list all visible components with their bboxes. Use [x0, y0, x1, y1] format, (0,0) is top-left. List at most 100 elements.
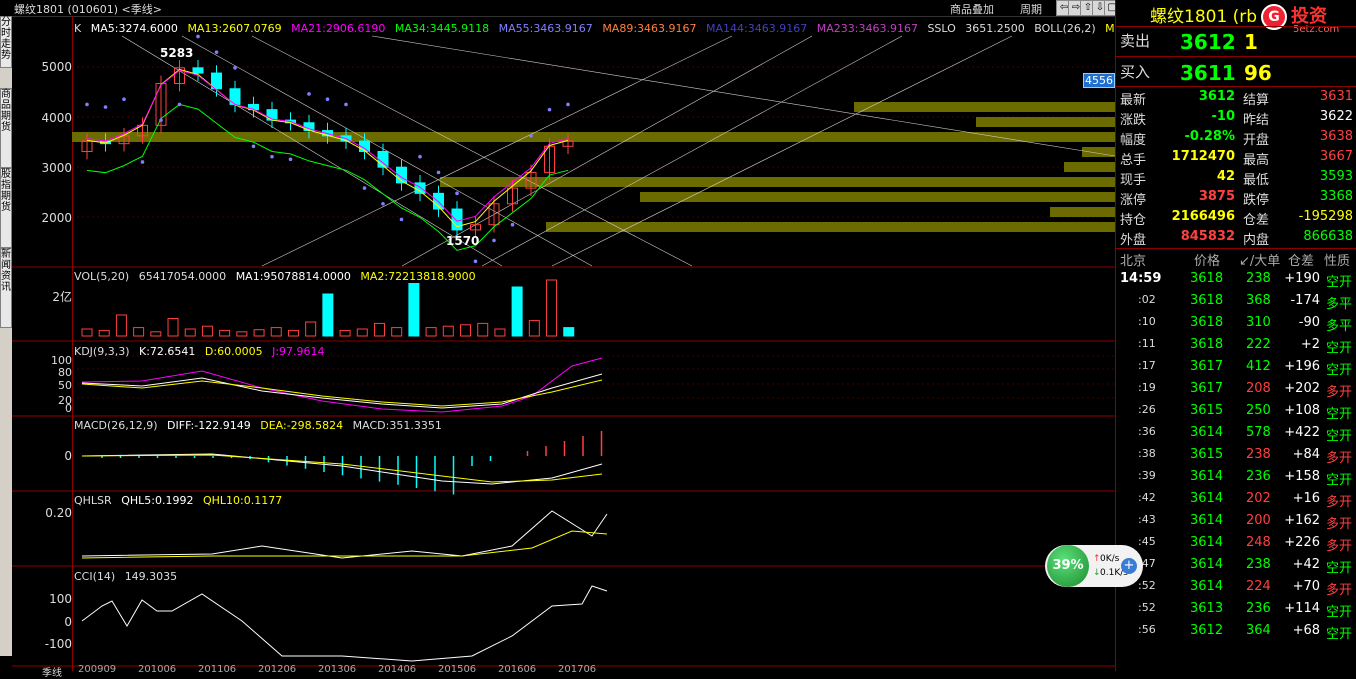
tick-price: 3618 [1190, 271, 1224, 286]
tick-row[interactable]: :39 3614 236 +158 空开 [1116, 469, 1356, 491]
gann-line [251, 35, 693, 267]
kdj-ytick-80: 80 [58, 366, 72, 379]
compare-commodity-button[interactable]: 商品叠加 [950, 1, 994, 17]
tick-row[interactable]: :45 3614 248 +226 多开 [1116, 535, 1356, 557]
quote-row: 涨跌 -10 昨结 3622 [1116, 109, 1356, 129]
tick-row[interactable]: :11 3618 222 +2 空开 [1116, 337, 1356, 359]
sar-dot [325, 97, 330, 102]
xtick: 201406 [378, 664, 417, 675]
tick-row[interactable]: :52 3614 224 +70 多开 [1116, 579, 1356, 601]
quote-label: 现手 [1120, 173, 1147, 188]
macd-legend: MACD(26,12,9) DIFF:-122.9149 DEA:-298.58… [74, 419, 448, 432]
tab-index-futures[interactable]: 股指期货 [0, 168, 12, 248]
vol-value: 65417054.0000 [138, 270, 227, 283]
quote-value-2: 3667 [1319, 149, 1353, 164]
tick-time: :11 [1138, 337, 1156, 350]
tick-row[interactable]: :42 3614 202 +16 多开 [1116, 491, 1356, 513]
tick-price: 3618 [1190, 337, 1224, 352]
sar-dot [307, 92, 311, 96]
quote-value-2: 3368 [1319, 189, 1353, 204]
period-label: 季线 [42, 668, 62, 679]
tick-row[interactable]: :52 3613 236 +114 空开 [1116, 601, 1356, 623]
macd-value: MACD:351.3351 [352, 419, 442, 432]
quote-row: 外盘 845832 内盘 866638 [1116, 229, 1356, 249]
tick-row[interactable]: :38 3615 238 +84 多开 [1116, 447, 1356, 469]
tick-volume: 248 [1246, 535, 1271, 550]
tick-time: :42 [1138, 491, 1156, 504]
tick-price: 3614 [1190, 557, 1224, 572]
quote-value-2: 3622 [1319, 109, 1353, 124]
cci-line [81, 585, 608, 662]
sell-volume: 1 [1244, 30, 1258, 54]
tick-oi-change: +2 [1300, 337, 1320, 352]
sar-dot [436, 170, 441, 175]
tick-row[interactable]: :26 3615 250 +108 空开 [1116, 403, 1356, 425]
kdj-k: K:72.6541 [139, 345, 196, 358]
tab-intraday[interactable]: 分时走势 [0, 16, 12, 68]
plus-icon[interactable]: + [1121, 558, 1137, 574]
quote-row: 持仓 2166496 仓差 -195298 [1116, 209, 1356, 229]
legend-ma13: MA13:2607.0769 [187, 22, 282, 35]
kdj-ytick-50: 50 [58, 379, 72, 392]
tick-price: 3614 [1190, 469, 1224, 484]
tick-volume: 224 [1246, 579, 1271, 594]
tick-row[interactable]: :10 3618 310 -90 多平 [1116, 315, 1356, 337]
network-speed-widget[interactable]: 39% ↑ 0K/s ↓ 0.1K/s + [1045, 545, 1143, 587]
volume-bar [201, 325, 213, 337]
tick-volume: 412 [1246, 359, 1271, 374]
kdj-j-line [81, 357, 603, 413]
tick-row[interactable]: :47 3614 238 +42 空开 [1116, 557, 1356, 579]
volume-bar [511, 286, 523, 337]
chart-title-bar: 螺纹1801 (010601) <季线> 商品叠加 周期 ⇦ ⇨ ⇧ ⇩ ▢ [0, 0, 1120, 17]
ytick-5000: 5000 [41, 60, 72, 74]
quote-value-2: -195298 [1298, 209, 1353, 224]
ytick-4000: 4000 [41, 111, 72, 125]
tick-oi-change: +196 [1284, 359, 1320, 374]
quote-value: -10 [1211, 109, 1236, 124]
ticks-header-oi: 仓差 [1288, 254, 1315, 269]
xtick: 201206 [258, 664, 297, 675]
quote-label-2: 昨结 [1243, 113, 1270, 128]
main-legend: K MA5:3274.6000 MA13:2607.0769 MA21:2906… [74, 22, 1164, 35]
tick-volume: 238 [1246, 557, 1271, 572]
period-button[interactable]: 周期 [1020, 1, 1042, 17]
volume-bar [305, 321, 317, 337]
tick-row[interactable]: :36 3614 578 +422 空开 [1116, 425, 1356, 447]
kline-chart-area[interactable]: K MA5:3274.6000 MA13:2607.0769 MA21:2906… [12, 16, 1158, 679]
tick-nature: 多开 [1326, 495, 1353, 510]
tick-nature: 多开 [1326, 517, 1353, 532]
tick-row[interactable]: :19 3617 208 +202 多开 [1116, 381, 1356, 403]
tick-oi-change: -90 [1298, 315, 1320, 330]
volume-profile-bar [546, 222, 1115, 232]
tick-volume: 208 [1246, 381, 1271, 396]
volume-bar [546, 279, 558, 337]
tick-row[interactable]: :56 3612 364 +68 空开 [1116, 623, 1356, 645]
sar-dot [159, 118, 163, 122]
ytick-3000: 3000 [41, 161, 72, 175]
xtick: 201106 [198, 664, 237, 675]
tab-news[interactable]: 新闻资讯 [0, 248, 12, 328]
tick-price: 3617 [1190, 381, 1224, 396]
buy-price: 3611 [1180, 61, 1236, 85]
tick-time: :45 [1138, 535, 1156, 548]
sar-dot [399, 217, 404, 222]
xtick: 200909 [78, 664, 117, 675]
cci-legend: CCI(14) 149.3035 [74, 570, 183, 583]
tick-row[interactable]: 14:59 3618 238 +190 空开 [1116, 271, 1356, 293]
ticks-header-nature: 性质 [1324, 254, 1351, 269]
tick-row[interactable]: :17 3617 412 +196 空开 [1116, 359, 1356, 381]
quote-row: 幅度 -0.28% 开盘 3638 [1116, 129, 1356, 149]
tick-volume: 238 [1246, 447, 1271, 462]
volume-bar [425, 327, 437, 337]
price-tag: 4556 [1083, 73, 1115, 88]
tick-time: :36 [1138, 425, 1156, 438]
tick-row[interactable]: :02 3618 368 -174 多平 [1116, 293, 1356, 315]
tab-commodity-futures[interactable]: 商品期货 [0, 88, 12, 168]
tick-nature: 多开 [1326, 451, 1353, 466]
sar-dot [455, 191, 459, 196]
tick-time: :56 [1138, 623, 1156, 636]
kdj-j: J:97.9614 [272, 345, 325, 358]
sar-dot [122, 97, 126, 102]
tick-row[interactable]: :43 3614 200 +162 多开 [1116, 513, 1356, 535]
ytick-2000: 2000 [41, 211, 72, 225]
